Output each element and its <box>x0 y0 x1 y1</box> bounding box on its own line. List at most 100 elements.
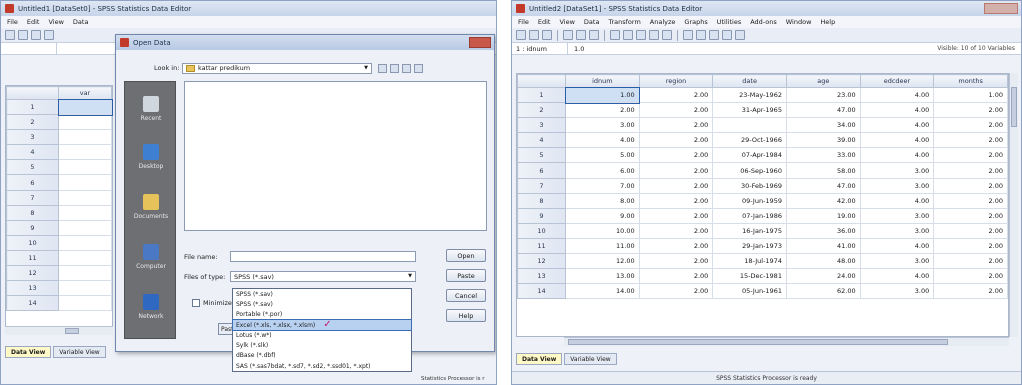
data-cell[interactable]: 09-Jun-1959 <box>712 192 787 209</box>
data-cell[interactable]: 34.00 <box>785 117 861 134</box>
row-number[interactable]: 9 <box>6 219 59 236</box>
data-cell[interactable]: 06-Sep-1960 <box>712 162 787 179</box>
insert-variable-icon[interactable] <box>662 30 672 40</box>
data-cell[interactable]: 19.00 <box>785 207 861 224</box>
save-icon[interactable] <box>18 30 28 40</box>
file-type-option[interactable]: SPSS (*.sav) <box>233 299 411 309</box>
menu-item[interactable]: Transform <box>608 18 640 26</box>
row-number[interactable]: 10 <box>6 234 59 251</box>
cell-value[interactable]: 1.0 <box>568 45 937 53</box>
print-icon[interactable] <box>31 30 41 40</box>
up-folder-icon[interactable] <box>390 63 399 73</box>
data-cell[interactable]: 4.00 <box>859 102 935 119</box>
cancel-button[interactable]: Cancel <box>446 289 486 302</box>
file-type-option[interactable]: Lotus (*.w*) <box>233 330 411 340</box>
data-cell[interactable]: 2.00 <box>933 283 1008 300</box>
file-type-option[interactable]: Portable (*.por) <box>233 310 411 320</box>
data-cell[interactable]: 2.00 <box>933 177 1008 194</box>
row-number[interactable]: 1 <box>6 98 59 116</box>
data-cell[interactable]: 42.00 <box>785 192 861 209</box>
data-cell[interactable]: 3.00 <box>859 253 935 270</box>
column-header[interactable]: age <box>785 74 861 88</box>
data-cell[interactable]: 4.00 <box>859 117 935 134</box>
data-cell[interactable]: 62.00 <box>785 283 861 300</box>
data-cell[interactable]: 4.00 <box>859 147 935 164</box>
files-of-type-dropdown[interactable]: SPSS (*.sav) ▼ <box>230 271 416 282</box>
data-cell[interactable]: 4.00 <box>565 132 640 149</box>
menu-item[interactable]: Graphs <box>684 18 707 26</box>
data-cell[interactable]: 58.00 <box>785 162 861 179</box>
data-cell[interactable] <box>58 219 112 236</box>
split-file-icon[interactable] <box>683 30 693 40</box>
right-tab-variable-view[interactable]: Variable View <box>564 353 617 365</box>
data-cell[interactable] <box>58 174 112 191</box>
data-cell[interactable]: 3.00 <box>859 177 935 194</box>
row-number[interactable]: 12 <box>6 265 59 282</box>
row-number[interactable]: 4 <box>6 144 59 161</box>
data-cell[interactable]: 36.00 <box>785 222 861 239</box>
data-cell[interactable]: 9.00 <box>565 207 640 224</box>
view-menu-icon[interactable] <box>414 63 423 73</box>
data-cell[interactable]: 2.00 <box>638 253 714 270</box>
data-cell[interactable]: 39.00 <box>785 132 861 149</box>
data-cell[interactable]: 3.00 <box>859 283 935 300</box>
data-cell[interactable]: 29-Jan-1973 <box>712 237 787 255</box>
data-cell[interactable]: 2.00 <box>638 207 714 224</box>
data-cell[interactable]: 2.00 <box>933 237 1008 255</box>
data-cell[interactable]: 23-May-1962 <box>712 86 787 104</box>
data-cell[interactable] <box>58 114 112 131</box>
data-cell[interactable] <box>58 280 112 297</box>
data-cell[interactable]: 6.00 <box>565 162 640 179</box>
help-button[interactable]: Help <box>446 309 486 322</box>
row-number[interactable]: 9 <box>517 207 566 224</box>
row-number[interactable]: 4 <box>517 132 566 149</box>
row-number[interactable]: 13 <box>6 280 59 297</box>
left-horizontal-scrollbar[interactable] <box>5 326 113 335</box>
place-computer[interactable]: Computer <box>125 244 177 270</box>
data-cell[interactable]: 2.00 <box>638 162 714 179</box>
file-list-area[interactable] <box>184 81 487 231</box>
window-controls[interactable] <box>984 3 1018 14</box>
data-cell[interactable]: 12.00 <box>565 253 640 270</box>
row-number[interactable]: 5 <box>6 159 59 176</box>
row-number[interactable]: 14 <box>6 295 59 312</box>
place-desktop[interactable]: Desktop <box>125 144 177 170</box>
data-cell[interactable]: 2.00 <box>933 253 1008 270</box>
data-cell[interactable]: 8.00 <box>565 192 640 209</box>
place-network[interactable]: Network <box>125 294 177 320</box>
menu-edit[interactable]: Edit <box>27 18 40 26</box>
row-number[interactable]: 7 <box>517 177 566 194</box>
data-cell[interactable] <box>58 129 112 146</box>
left-scroll-thumb[interactable] <box>65 328 79 334</box>
row-number[interactable]: 11 <box>6 249 59 267</box>
data-cell[interactable]: 2.00 <box>565 102 640 119</box>
data-cell[interactable]: 3.00 <box>859 222 935 239</box>
data-cell[interactable]: 18-Jul-1974 <box>712 253 787 270</box>
data-cell[interactable]: 10.00 <box>565 222 640 239</box>
value-labels-icon[interactable] <box>722 30 732 40</box>
data-cell[interactable]: 2.00 <box>638 147 714 164</box>
recall-dialog-icon[interactable] <box>44 30 54 40</box>
right-tab-data-view[interactable]: Data View <box>516 353 563 365</box>
data-cell[interactable]: 3.00 <box>565 117 640 134</box>
file-type-option[interactable]: SAS (*.sas7bdat, *.sd7, *.sd2, *.ssd01, … <box>233 361 411 371</box>
row-number[interactable]: 13 <box>517 268 566 285</box>
data-cell[interactable]: 07-Jan-1986 <box>712 207 787 224</box>
data-cell[interactable]: 1.00 <box>564 86 641 104</box>
menu-item[interactable]: Edit <box>538 18 551 26</box>
look-in-dropdown[interactable]: kattar predikum ▼ <box>182 62 372 74</box>
data-cell[interactable]: 47.00 <box>785 102 861 119</box>
data-cell[interactable]: 15-Dec-1981 <box>712 268 787 285</box>
data-cell[interactable]: 2.00 <box>638 177 714 194</box>
data-cell[interactable]: 2.00 <box>933 207 1008 224</box>
row-number[interactable]: 3 <box>517 117 566 134</box>
data-cell[interactable]: 2.00 <box>638 117 714 134</box>
data-cell[interactable]: 2.00 <box>933 117 1008 134</box>
row-number[interactable]: 12 <box>517 253 566 270</box>
column-header[interactable]: var <box>58 86 112 100</box>
data-cell[interactable]: 4.00 <box>859 86 935 104</box>
data-cell[interactable]: 2.00 <box>638 222 714 239</box>
menu-item[interactable]: File <box>518 18 529 26</box>
variables-icon[interactable] <box>623 30 633 40</box>
redo-icon[interactable] <box>589 30 599 40</box>
